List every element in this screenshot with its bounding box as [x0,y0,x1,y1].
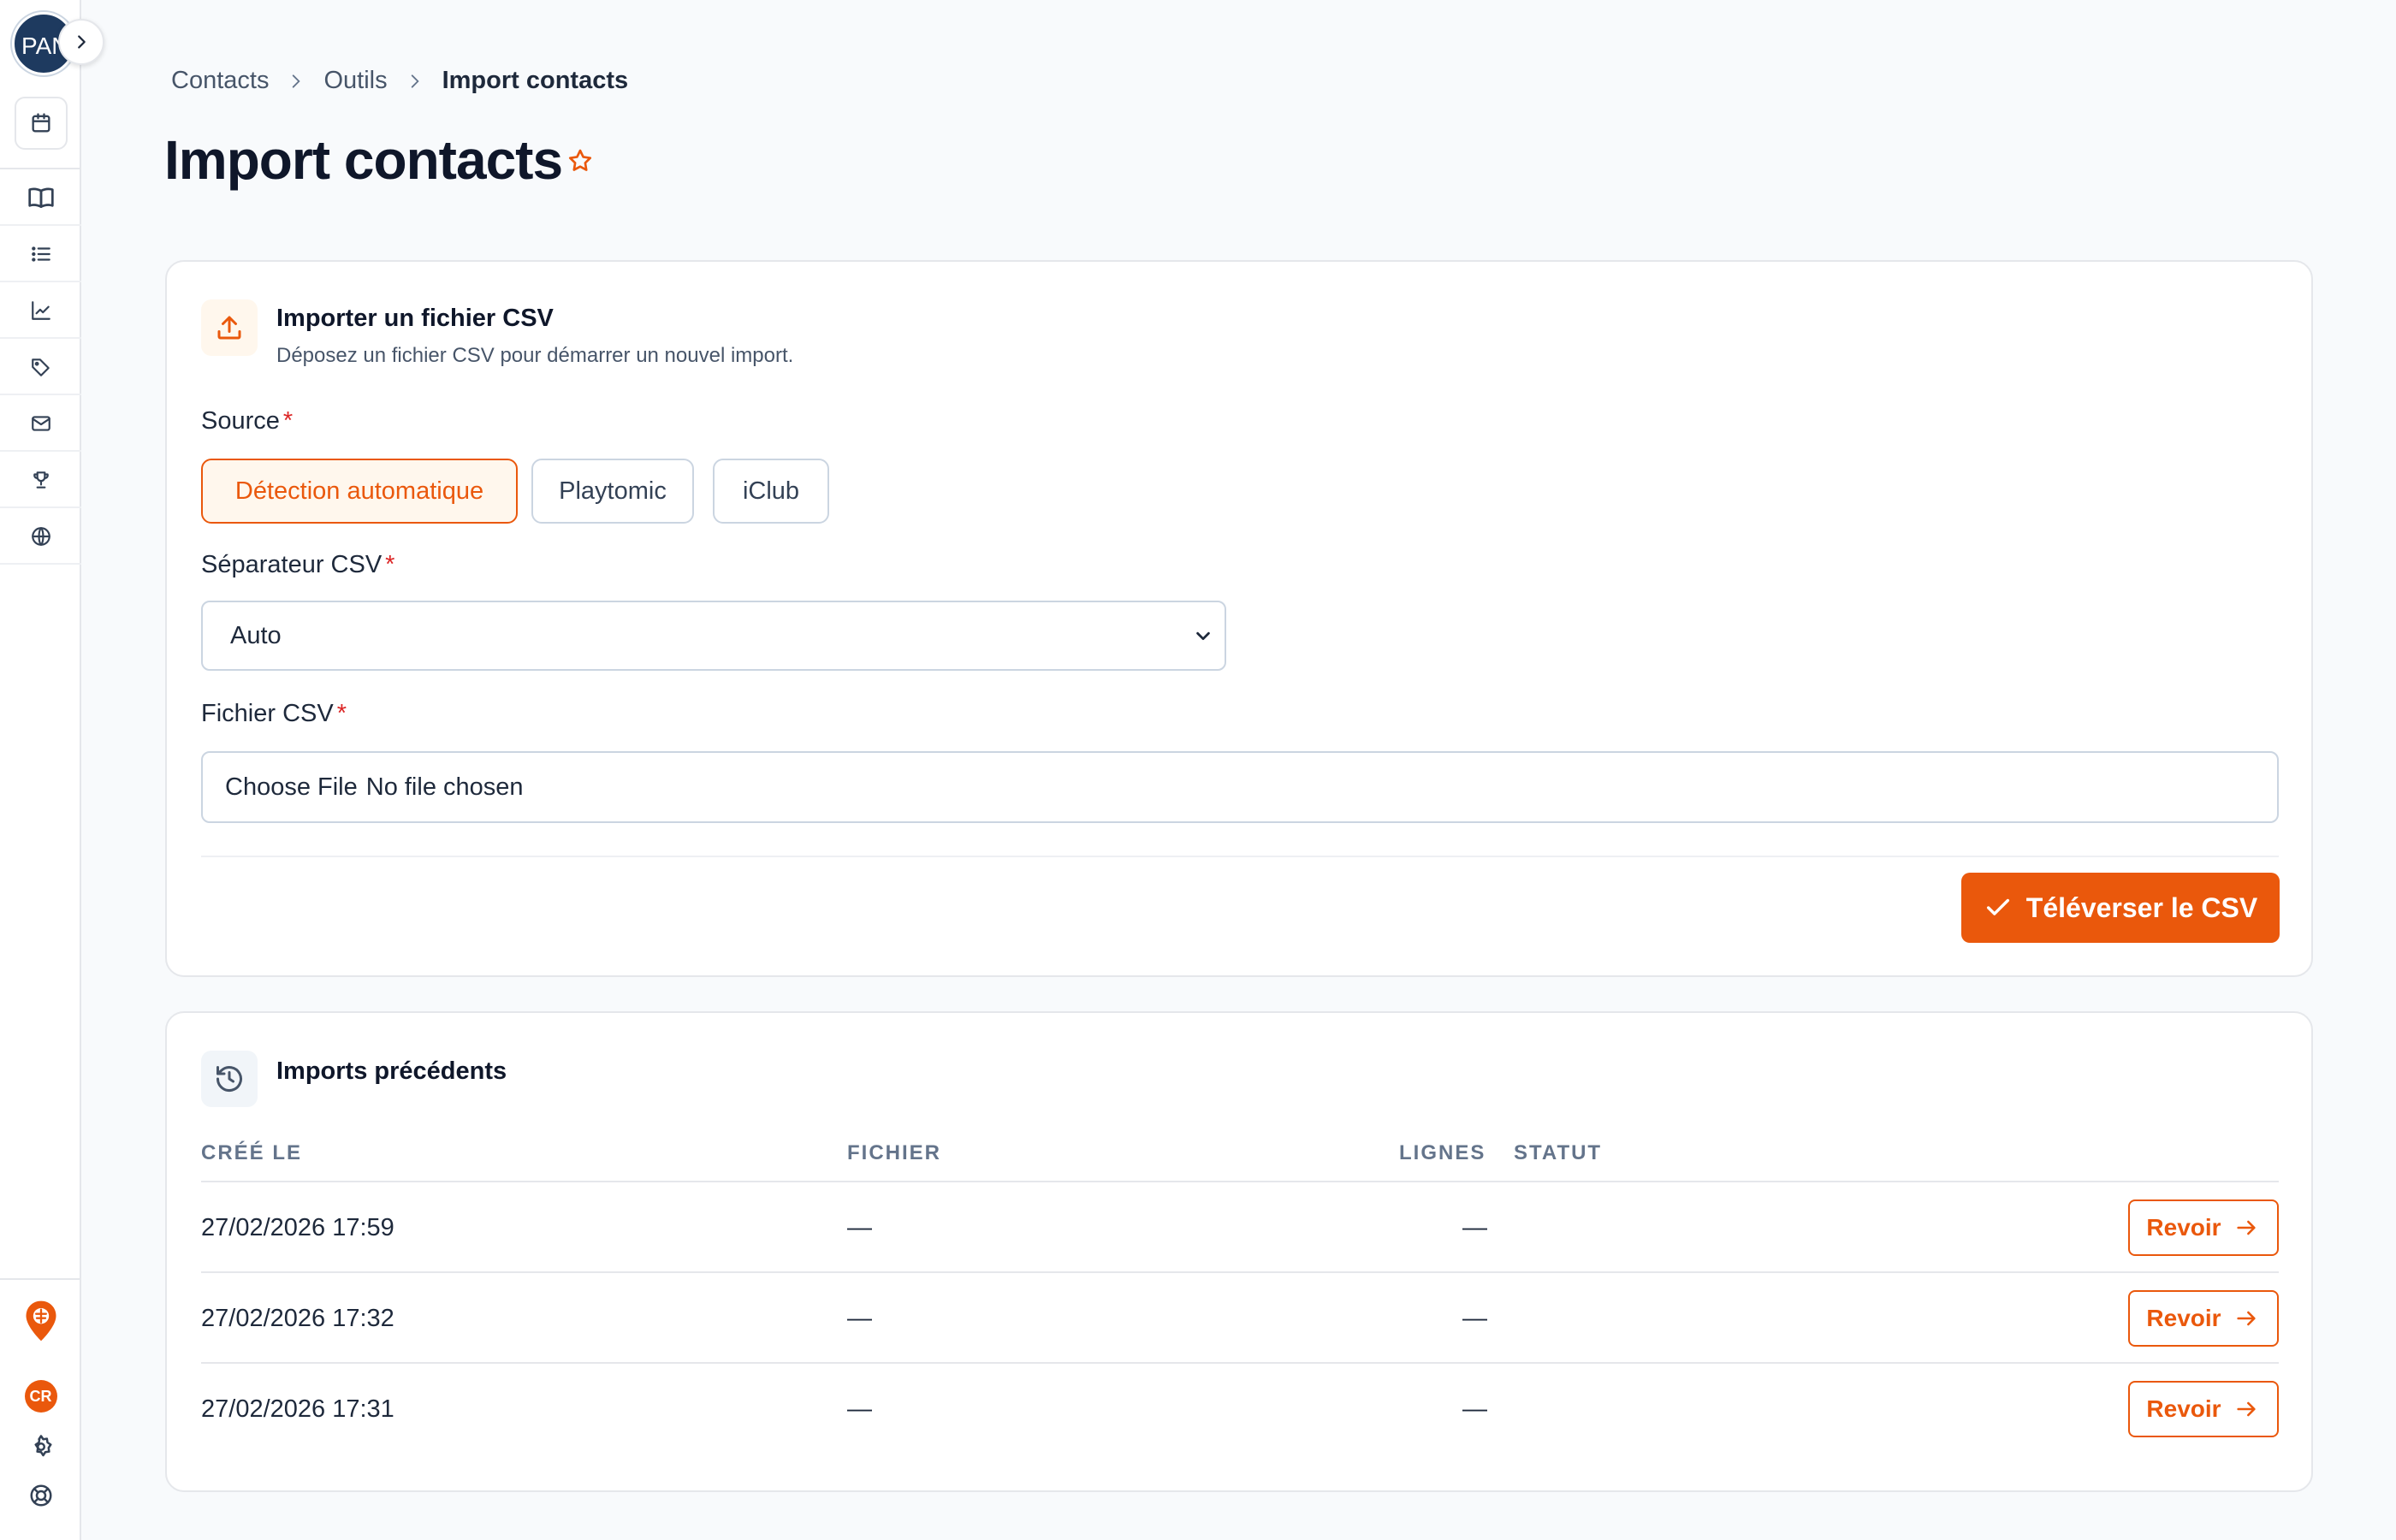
row-created-date: 27/02/2026 17:32 [201,1304,394,1332]
chevron-right-icon [78,35,86,49]
book-icon [27,187,54,208]
import-card-title: Importer un fichier CSV [276,305,554,332]
row-file: — [847,1213,872,1241]
sidebar-bottom-divider [0,1278,81,1280]
page-title: Import contacts [164,129,563,191]
nav-calendar[interactable] [15,97,68,150]
user-avatar[interactable]: CR [0,1380,81,1413]
gear-icon [34,1435,51,1457]
column-header-created[interactable]: CRÉÉ LE [201,1141,302,1165]
lifebuoy-icon [30,1484,51,1507]
tag-icon [31,358,50,376]
separator-label: Séparateur CSV * [201,551,394,579]
previous-imports-card: Imports précédents CRÉÉ LE FICHIER LIGNE… [165,1011,2313,1492]
source-playtomic-button[interactable]: Playtomic [531,459,694,524]
nav-tags[interactable] [0,341,81,395]
review-import-button[interactable]: Revoir [2128,1381,2279,1437]
location-pin-icon [26,1300,56,1342]
breadcrumb-current: Import contacts [442,67,629,94]
import-csv-card: Importer un fichier CSV Déposez un fichi… [165,260,2313,977]
separator-select[interactable]: Auto [201,601,1226,671]
review-import-button[interactable]: Revoir [2128,1199,2279,1256]
review-button-label: Revoir [2146,1305,2221,1331]
sidebar-expand-button[interactable] [58,19,104,65]
row-lines: — [1462,1213,1487,1241]
trophy-icon [33,471,49,489]
mail-icon [31,416,50,431]
review-button-label: Revoir [2146,1214,2221,1241]
file-label-text: Fichier CSV [201,700,334,727]
row-created-date: 27/02/2026 17:31 [201,1395,394,1423]
form-divider [201,856,2279,857]
upload-csv-button-label: Téléverser le CSV [2025,891,2258,923]
check-icon [1986,898,2009,915]
row-created-date: 27/02/2026 17:59 [201,1213,394,1241]
nav-list[interactable] [0,228,81,282]
row-file: — [847,1304,872,1332]
table-row: 27/02/2026 17:31 — — Revoir [201,1362,2279,1453]
required-mark: * [336,700,347,727]
nav-mail[interactable] [0,397,81,452]
chart-icon [31,301,50,320]
file-status-text: No file chosen [365,773,524,801]
nav-book[interactable] [0,171,81,226]
sidebar-divider [0,168,81,169]
column-header-file[interactable]: FICHIER [847,1141,941,1165]
review-import-button[interactable]: Revoir [2128,1290,2279,1347]
arrow-right-icon [2236,1311,2256,1326]
breadcrumb: Contacts Outils Import contacts [171,67,628,95]
settings-button[interactable] [0,1434,81,1460]
review-button-label: Revoir [2146,1395,2221,1422]
user-initials-badge: CR [24,1380,57,1413]
separator-label-text: Séparateur CSV [201,551,383,578]
source-iclub-button[interactable]: iClub [713,459,829,524]
history-icon [201,1051,258,1107]
row-lines: — [1462,1304,1487,1332]
file-label: Fichier CSV * [201,700,347,728]
breadcrumb-outils[interactable]: Outils [323,67,387,95]
nav-stats[interactable] [0,284,81,339]
choose-file-button[interactable]: Choose File [225,773,358,802]
chevron-right-icon [288,71,305,92]
separator-select-value: Auto [230,621,282,649]
help-button[interactable] [0,1483,81,1508]
favorite-star-icon[interactable] [566,147,594,179]
source-auto-button[interactable]: Détection automatique [201,459,518,524]
import-card-subtitle: Déposez un fichier CSV pour démarrer un … [276,344,794,367]
calendar-icon [32,113,50,133]
club-location-button[interactable] [0,1299,81,1343]
required-mark: * [282,407,294,435]
arrow-right-icon [2236,1220,2256,1235]
table-row: 27/02/2026 17:59 — — Revoir [201,1181,2279,1271]
row-lines: — [1462,1395,1487,1423]
column-header-status[interactable]: STATUT [1514,1141,1602,1165]
row-file: — [847,1395,872,1423]
required-mark: * [385,551,395,578]
table-row: 27/02/2026 17:32 — — Revoir [201,1271,2279,1362]
column-header-lines[interactable]: LIGNES [1399,1141,1486,1165]
globe-icon [31,527,50,546]
sidebar: PAN CR [0,0,104,1540]
source-label: Source * [201,407,293,435]
upload-icon [201,299,258,356]
arrow-right-icon [2236,1401,2256,1417]
nav-trophy[interactable] [0,453,81,508]
chevron-right-icon [406,71,424,92]
list-icon [31,246,50,262]
chevron-down-icon [1196,631,1210,641]
history-card-title: Imports précédents [276,1057,507,1085]
nav-globe[interactable] [0,510,81,565]
source-label-text: Source [201,407,280,435]
upload-csv-button[interactable]: Téléverser le CSV [1961,873,2280,943]
breadcrumb-contacts[interactable]: Contacts [171,67,269,95]
csv-file-input[interactable]: Choose File No file chosen [201,751,2279,823]
